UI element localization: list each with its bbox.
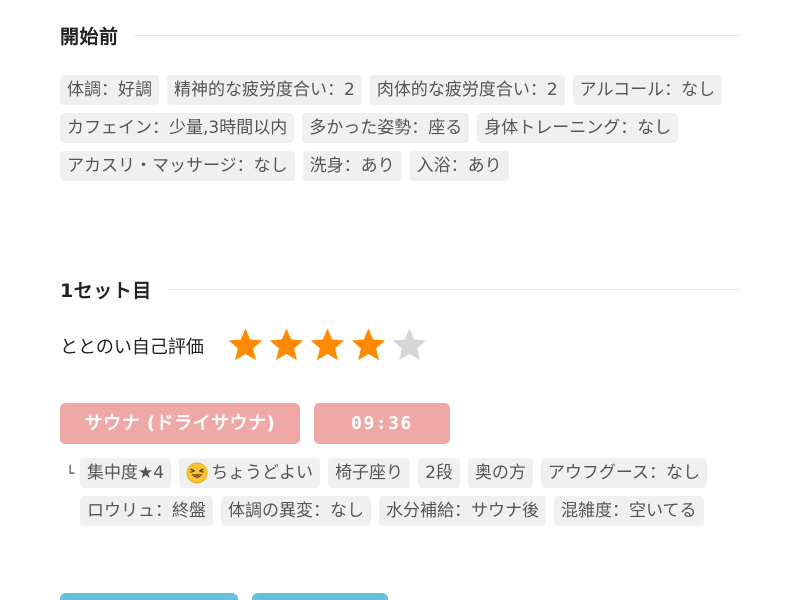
tag-temperature-feel: ちょうどよい — [179, 458, 321, 488]
star-rating — [226, 326, 429, 365]
tag-tier: 2段 — [418, 458, 460, 488]
tag-body-wash: 洗身：あり — [302, 151, 402, 181]
tag-crowd: 混雑度：空いてる — [554, 496, 704, 526]
tag-condition: 体調：好調 — [60, 75, 159, 105]
tag-text: 水分補給：サウナ後 — [386, 501, 539, 521]
section-divider — [134, 35, 740, 36]
grinning-squinting-face-icon — [186, 462, 208, 484]
before-tag-list: 体調：好調 精神的な疲労度合い：2 肉体的な疲労度合い：2 アルコール：なし カ… — [60, 75, 750, 181]
star-filled-icon[interactable] — [226, 326, 265, 365]
next-step-row — [60, 593, 388, 600]
tag-text: アウフグース：なし — [547, 463, 701, 483]
star-filled-icon[interactable] — [308, 326, 347, 365]
star-filled-icon[interactable] — [267, 326, 306, 365]
tag-mental-fatigue: 精神的な疲労度合い：2 — [167, 75, 362, 105]
tag-alcohol: アルコール：なし — [572, 75, 723, 105]
tag-caffeine: カフェイン：少量,3時間以内 — [60, 113, 295, 143]
tag-physical-fatigue: 肉体的な疲労度合い：2 — [369, 75, 565, 105]
branch-connector: └ — [66, 466, 75, 482]
before-section-title: 開始前 — [60, 26, 119, 48]
tag-focus: 集中度★4 — [80, 458, 172, 488]
set1-section-title: 1セット目 — [60, 280, 152, 302]
water-bath-pill[interactable] — [60, 593, 238, 600]
sauna-session-row: サウナ (ドライサウナ) 09:36 — [60, 403, 450, 444]
before-section-header: 開始前 — [60, 22, 740, 49]
tag-text: 奥の方 — [474, 463, 526, 483]
tag-text: ちょうどよい — [211, 463, 314, 483]
section-divider — [167, 289, 740, 290]
self-rating-label: ととのい自己評価 — [60, 336, 204, 358]
tag-hydration: 水分補給：サウナ後 — [379, 496, 546, 526]
tag-text: ロウリュ：終盤 — [87, 501, 206, 521]
tag-text: 2段 — [425, 463, 453, 483]
self-rating-row: ととのい自己評価 — [60, 326, 429, 365]
set1-section-header: 1セット目 — [60, 276, 740, 303]
tag-seating: 椅子座り — [328, 458, 411, 488]
tag-text: 体調の異変：なし — [228, 501, 364, 521]
sauna-type-pill[interactable]: サウナ (ドライサウナ) — [60, 403, 300, 444]
tag-position: 奥の方 — [467, 458, 533, 488]
tag-text: 椅子座り — [335, 463, 404, 483]
tag-loyly: ロウリュ：終盤 — [80, 496, 213, 526]
star-filled-icon[interactable] — [349, 326, 388, 365]
tag-massage: アカスリ・マッサージ：なし — [60, 151, 295, 181]
tag-condition-change: 体調の異変：なし — [221, 496, 371, 526]
tag-text: 集中度★4 — [87, 463, 165, 483]
tag-training: 身体トレーニング：なし — [477, 113, 679, 143]
water-bath-duration-pill[interactable] — [252, 593, 388, 600]
tag-bath: 入浴：あり — [409, 151, 509, 181]
star-empty-icon[interactable] — [390, 326, 429, 365]
set1-tag-list: 集中度★4 ちょうどよい 椅子座り 2段 奥の方 アウフグース：なし ロウリュ：… — [80, 458, 720, 526]
sauna-duration-pill[interactable]: 09:36 — [314, 403, 450, 444]
tag-text: 混雑度：空いてる — [561, 501, 697, 521]
tag-aufguss: アウフグース：なし — [540, 458, 708, 488]
tag-posture: 多かった姿勢：座る — [302, 113, 470, 143]
